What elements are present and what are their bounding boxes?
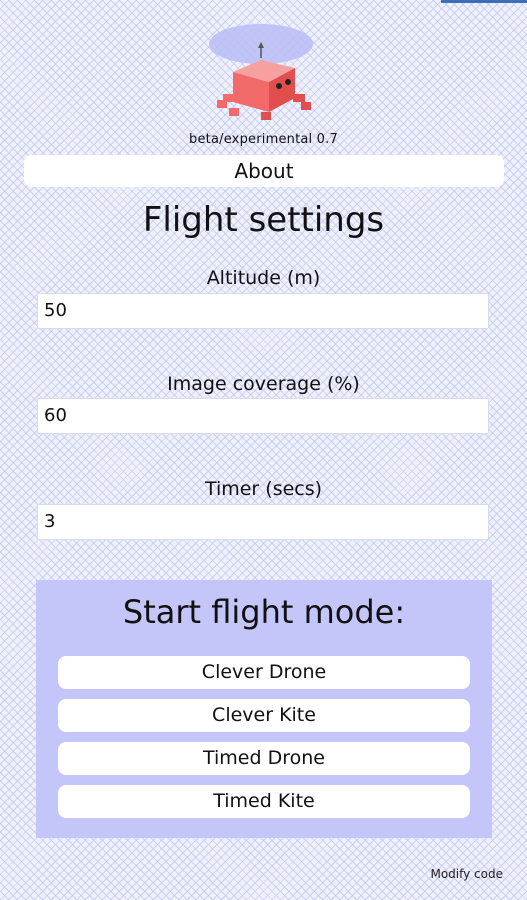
modify-code-link[interactable]: Modify code xyxy=(430,867,503,881)
version-label: beta/experimental 0.7 xyxy=(189,132,338,147)
image-coverage-input[interactable]: 60 xyxy=(37,398,489,434)
top-accent-bar xyxy=(441,0,527,3)
timer-label: Timer (secs) xyxy=(204,478,323,500)
altitude-input[interactable]: 50 xyxy=(37,293,489,329)
timed-drone-button[interactable]: Timed Drone xyxy=(58,742,470,775)
image-coverage-label: Image coverage (%) xyxy=(167,373,360,395)
flight-mode-title: Start flight mode: xyxy=(122,593,406,631)
drone-robot-logo-icon xyxy=(209,24,313,120)
timer-input[interactable]: 3 xyxy=(37,504,489,540)
about-button[interactable]: About xyxy=(24,155,504,187)
timed-kite-button[interactable]: Timed Kite xyxy=(58,785,470,818)
altitude-label: Altitude (m) xyxy=(206,267,321,289)
page-title: Flight settings xyxy=(142,200,385,240)
clever-drone-button[interactable]: Clever Drone xyxy=(58,656,470,689)
flight-mode-panel: Start flight mode: Clever Drone Clever K… xyxy=(36,580,492,838)
clever-kite-button[interactable]: Clever Kite xyxy=(58,699,470,732)
